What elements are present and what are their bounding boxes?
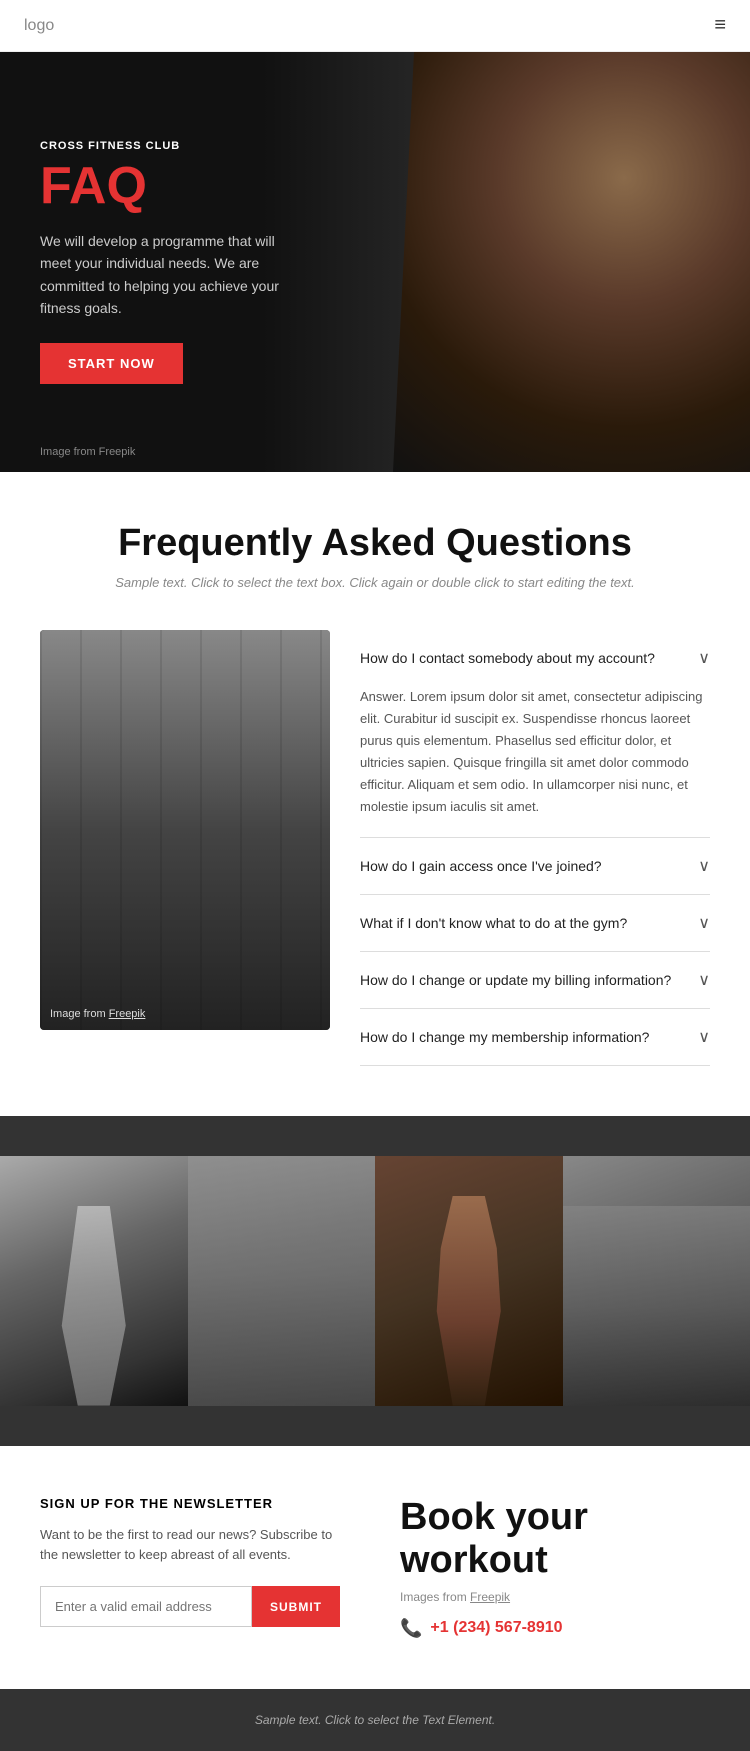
faq-chevron-1-icon: ∨ [698,648,710,668]
hero-description: We will develop a programme that will me… [40,230,280,320]
faq-image-inner [40,630,330,1030]
gallery-img-inner-4 [563,1156,750,1406]
navbar: logo ≡ [0,0,750,52]
faq-chevron-2-icon: ∨ [698,856,710,876]
newsletter-description: Want to be the first to read our news? S… [40,1525,340,1567]
faq-questions-list: How do I contact somebody about my accou… [360,630,710,1066]
faq-chevron-5-icon: ∨ [698,1027,710,1047]
book-phone[interactable]: 📞 +1 (234) 567-8910 [400,1618,710,1639]
faq-question-4-text: How do I change or update my billing inf… [360,972,671,988]
phone-icon: 📞 [400,1618,422,1639]
faq-chevron-4-icon: ∨ [698,970,710,990]
faq-item-3: What if I don't know what to do at the g… [360,895,710,952]
footer-text: Sample text. Click to select the Text El… [255,1713,495,1727]
newsletter-email-input[interactable] [40,1586,252,1627]
faq-question-2-text: How do I gain access once I've joined? [360,858,602,874]
gallery-section [0,1116,750,1446]
book-title: Book your workout [400,1496,710,1582]
book-image-credit: Images from Freepik [400,1590,710,1604]
faq-image-credit: Image from Freepik [50,1008,145,1020]
faq-chevron-3-icon: ∨ [698,913,710,933]
hero-image-credit: Image from Freepik [40,446,135,458]
faq-item-1: How do I contact somebody about my accou… [360,630,710,838]
start-now-button[interactable]: START NOW [40,343,183,384]
faq-question-2[interactable]: How do I gain access once I've joined? ∨ [360,838,710,894]
logo: logo [24,17,54,35]
faq-question-1-text: How do I contact somebody about my accou… [360,650,655,666]
gallery-image-4 [563,1156,750,1406]
gallery-image-2 [188,1156,376,1406]
hero-subtitle: Cross Fitness Club [40,140,280,152]
gallery-image-1 [0,1156,188,1406]
faq-item-2: How do I gain access once I've joined? ∨ [360,838,710,895]
hero-title: FAQ [40,160,280,212]
newsletter-title: Sign Up For The Newsletter [40,1496,340,1511]
faq-body: Image from Freepik How do I contact some… [40,630,710,1066]
hero-content: Cross Fitness Club FAQ We will develop a… [0,100,320,425]
newsletter-section: Sign Up For The Newsletter Want to be th… [40,1496,340,1628]
footer: Sample text. Click to select the Text El… [0,1689,750,1751]
faq-question-5-text: How do I change my membership informatio… [360,1029,649,1045]
faq-section: Frequently Asked Questions Sample text. … [0,472,750,1116]
faq-question-5[interactable]: How do I change my membership informatio… [360,1009,710,1065]
gallery-img-inner-2 [188,1156,376,1406]
faq-question-4[interactable]: How do I change or update my billing inf… [360,952,710,1008]
faq-question-3-text: What if I don't know what to do at the g… [360,915,627,931]
book-section: Book your workout Images from Freepik 📞 … [400,1496,710,1639]
hamburger-icon[interactable]: ≡ [714,14,726,37]
faq-answer-1: Answer. Lorem ipsum dolor sit amet, cons… [360,686,710,837]
gallery-img-inner-1 [0,1156,188,1406]
faq-main-title: Frequently Asked Questions [40,522,710,565]
bottom-section: Sign Up For The Newsletter Want to be th… [0,1446,750,1689]
newsletter-submit-button[interactable]: SUBMIT [252,1586,340,1627]
faq-question-1[interactable]: How do I contact somebody about my accou… [360,630,710,686]
newsletter-form: SUBMIT [40,1586,340,1627]
hero-section: Cross Fitness Club FAQ We will develop a… [0,52,750,472]
faq-item-5: How do I change my membership informatio… [360,1009,710,1066]
book-credit-link[interactable]: Freepik [470,1590,510,1604]
gallery-img-inner-3 [375,1156,563,1406]
book-credit-prefix: Images from [400,1590,467,1604]
faq-subtitle: Sample text. Click to select the text bo… [40,575,710,590]
gallery-image-3 [375,1156,563,1406]
book-phone-number: +1 (234) 567-8910 [430,1619,562,1637]
faq-item-4: How do I change or update my billing inf… [360,952,710,1009]
faq-question-3[interactable]: What if I don't know what to do at the g… [360,895,710,951]
faq-gym-image: Image from Freepik [40,630,330,1030]
